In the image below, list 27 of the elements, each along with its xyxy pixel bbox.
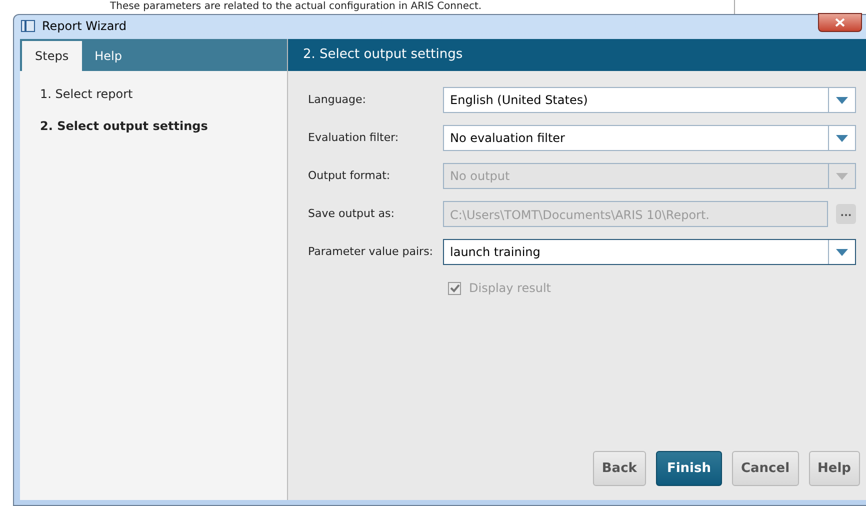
- page-title: 2. Select output settings: [288, 39, 866, 71]
- close-button[interactable]: [818, 13, 862, 32]
- dropdown-field[interactable]: English (United States): [443, 87, 856, 113]
- dialog-button[interactable]: Finish: [656, 451, 722, 486]
- dropdown-arrow-icon: [836, 172, 848, 180]
- checkbox-label: Display result: [469, 280, 551, 297]
- close-icon: [835, 18, 845, 27]
- step-item[interactable]: 2. Select output settings: [40, 119, 208, 133]
- field-label: Parameter value pairs:: [308, 244, 434, 260]
- field-label: Language:: [308, 92, 367, 108]
- dialog-button[interactable]: Cancel: [732, 451, 799, 486]
- dialog-button[interactable]: Help: [808, 451, 860, 486]
- field-label: Save output as:: [308, 206, 396, 222]
- window-title: Report Wizard: [42, 18, 127, 35]
- field-label: Evaluation filter:: [308, 130, 400, 146]
- dropdown-arrow-icon: [836, 248, 848, 256]
- dropdown-field[interactable]: launch training: [443, 239, 856, 265]
- sidebar-tab[interactable]: Steps: [22, 41, 82, 71]
- wizard-icon: [20, 18, 36, 34]
- step-item[interactable]: 1. Select report: [40, 87, 133, 101]
- dialog-button[interactable]: Back: [592, 451, 646, 486]
- dropdown-field[interactable]: No evaluation filter: [443, 125, 856, 151]
- sidebar-tab[interactable]: Help: [82, 41, 135, 71]
- background-window-text: These parameters are related to the actual configuration in ARIS Connect.: [110, 0, 735, 14]
- dropdown-arrow-icon: [836, 96, 848, 104]
- dropdown-arrow-icon: [836, 134, 848, 142]
- field-label: Output format:: [308, 168, 392, 184]
